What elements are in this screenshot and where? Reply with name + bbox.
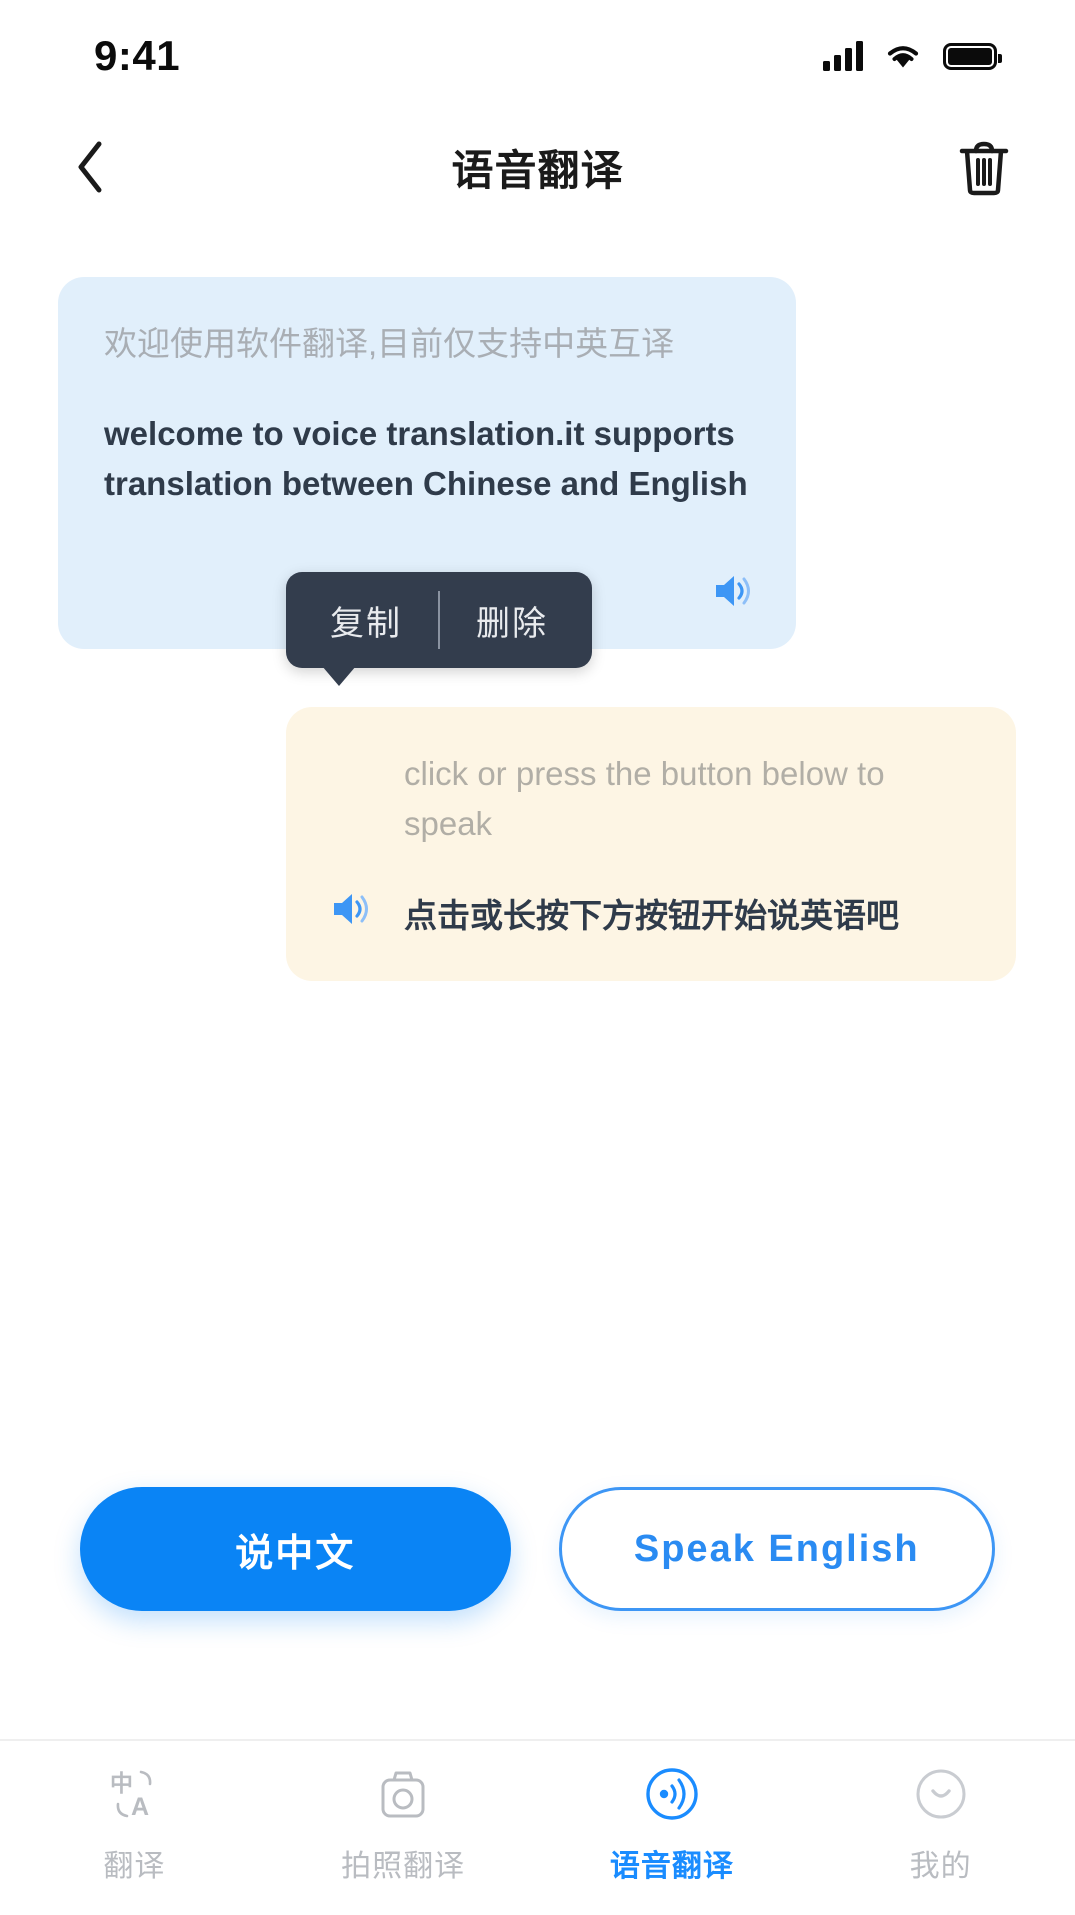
bottom-tab-bar: 中 A 翻译 拍照翻译 语音翻译 我的	[0, 1739, 1075, 1915]
camera-icon	[372, 1763, 434, 1825]
context-menu-delete[interactable]: 删除	[440, 596, 584, 645]
svg-text:中: 中	[110, 1770, 133, 1796]
trash-icon	[959, 141, 1009, 196]
status-bar: 9:41	[0, 0, 1075, 112]
profile-smiley-icon	[910, 1763, 972, 1825]
message-translated-text: 点击或长按下方按钮开始说英语吧	[404, 897, 899, 934]
back-button[interactable]	[60, 137, 120, 197]
speak-chinese-button[interactable]: 说中文	[80, 1487, 511, 1611]
speaker-icon[interactable]	[708, 567, 756, 615]
voice-wave-icon	[641, 1763, 703, 1825]
text-translate-icon: 中 A	[103, 1763, 165, 1825]
conversation-area: 欢迎使用软件翻译,目前仅支持中英互译 welcome to voice tran…	[0, 222, 1075, 1487]
speaker-icon[interactable]	[326, 885, 374, 933]
delete-all-button[interactable]	[953, 136, 1015, 198]
back-chevron-icon	[78, 141, 102, 193]
tab-label: 我的	[909, 1850, 972, 1883]
action-button-row: 说中文 Speak English	[0, 1487, 1075, 1611]
context-menu-copy[interactable]: 复制	[294, 596, 438, 645]
tab-label: 翻译	[103, 1850, 166, 1883]
message-source-text: 欢迎使用软件翻译,目前仅支持中英互译	[104, 325, 675, 362]
tab-item-translate[interactable]: 中 A 翻译	[0, 1763, 269, 1885]
tab-label: 拍照翻译	[341, 1850, 466, 1883]
tab-item-profile[interactable]: 我的	[806, 1763, 1075, 1885]
speak-english-button[interactable]: Speak English	[558, 1487, 995, 1611]
cellular-signal-icon	[823, 41, 863, 71]
wifi-icon	[887, 46, 919, 68]
page-title: 语音翻译	[451, 146, 624, 194]
message-translated-text: welcome to voice translation.it supports…	[104, 415, 748, 502]
nav-header: 语音翻译	[0, 112, 1075, 222]
message-bubble-right[interactable]: click or press the button below to speak…	[286, 707, 1016, 981]
status-icons	[823, 41, 1002, 71]
tab-item-photo-translate[interactable]: 拍照翻译	[269, 1763, 538, 1885]
tab-item-voice-translate[interactable]: 语音翻译	[538, 1763, 807, 1885]
battery-icon	[943, 42, 1002, 70]
app-screen: 9:41 语音翻译 欢迎使用软件翻译,目前仅支持中英互译 welcome to …	[0, 0, 1075, 1915]
tab-label: 语音翻译	[609, 1850, 734, 1883]
context-menu: 复制 删除	[286, 572, 592, 686]
svg-text:A: A	[131, 1793, 149, 1821]
message-source-text: click or press the button below to speak	[404, 755, 885, 842]
status-time: 9:41	[94, 32, 181, 79]
